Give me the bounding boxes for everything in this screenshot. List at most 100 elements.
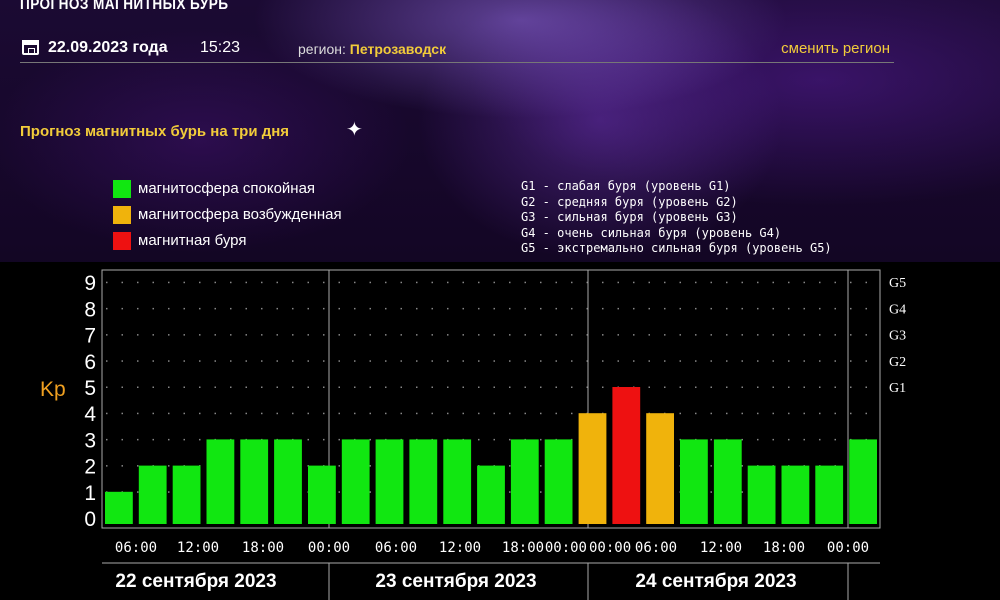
grid-dot (679, 334, 681, 336)
grid-dot (338, 281, 340, 284)
kp-bar (477, 465, 505, 524)
grid-dot (354, 412, 356, 415)
grid-dot (137, 360, 139, 362)
grid-dot (741, 491, 743, 493)
grid-dot (741, 438, 743, 441)
grid-dot (617, 360, 619, 362)
grid-dot (509, 307, 511, 310)
grid-dot (850, 334, 852, 336)
grid-dot (679, 412, 681, 415)
grid-dot (617, 334, 619, 336)
grid-dot (540, 360, 542, 362)
grid-dot (447, 360, 449, 362)
grid-dot (230, 360, 232, 362)
grid-dot (199, 307, 201, 310)
grid-dot (447, 334, 449, 336)
grid-dot (726, 386, 728, 388)
grid-dot (323, 360, 325, 362)
grid-dot (509, 438, 511, 441)
grid-dot (741, 334, 743, 336)
grid-dot (323, 412, 325, 415)
grid-dot (416, 360, 418, 362)
g-tick-label: G4 (889, 302, 906, 317)
grid-dot (819, 307, 821, 310)
grid-dot (307, 307, 309, 310)
grid-dot (478, 360, 480, 362)
grid-dot (137, 412, 139, 415)
grid-dot (121, 307, 123, 310)
grid-dot (741, 412, 743, 415)
grid-dot (834, 412, 836, 415)
grid-dot (648, 307, 650, 310)
grid-dot (679, 281, 681, 284)
grid-dot (509, 386, 511, 388)
grid-dot (354, 360, 356, 362)
grid-dot (509, 281, 511, 284)
kp-forecast-chart: 0123456789Kp G1G2G3G4G506:00 12:00 18:00 00:… (0, 262, 1000, 600)
grid-dot (803, 360, 805, 362)
grid-dot (292, 386, 294, 388)
grid-dot (741, 360, 743, 362)
grid-dot (803, 334, 805, 336)
grid-dot (602, 307, 604, 310)
grid-dot (850, 307, 852, 310)
grid-dot (276, 412, 278, 415)
grid-dot (571, 307, 573, 310)
grid-dot (772, 412, 774, 415)
grid-dot (152, 412, 154, 415)
day-label: 24 сентября 2023 (635, 571, 796, 592)
kp-bar (375, 439, 404, 524)
grid-dot (400, 412, 402, 415)
grid-dot (431, 360, 433, 362)
grid-dot (695, 386, 697, 388)
grid-dot (571, 334, 573, 336)
grid-dot (292, 307, 294, 310)
grid-dot (106, 412, 108, 415)
grid-dot (462, 307, 464, 310)
grid-dot (168, 465, 170, 467)
grid-dot (741, 307, 743, 310)
grid-dot (416, 386, 418, 388)
grid-dot (400, 334, 402, 336)
grid-dot (385, 412, 387, 415)
time-tick-label: 06:00 (115, 540, 157, 556)
grid-dot (137, 438, 139, 441)
grid-dot (540, 386, 542, 388)
grid-dot (602, 386, 604, 388)
grid-dot (664, 386, 666, 388)
kp-bar (341, 439, 370, 524)
grid-dot (571, 360, 573, 362)
grid-dot (137, 334, 139, 336)
grid-dot (757, 412, 759, 415)
kp-bar (308, 465, 336, 524)
grid-dot (431, 334, 433, 336)
grid-dot (400, 386, 402, 388)
time-tick-label: 18:00 (242, 540, 284, 556)
grid-dot (571, 281, 573, 284)
kp-bar (240, 439, 269, 524)
time-tick-label: 00:00 (827, 540, 869, 556)
grid-dot (369, 465, 371, 467)
grid-dot (137, 307, 139, 310)
grid-dot (478, 281, 480, 284)
grid-dot (106, 386, 108, 388)
grid-dot (416, 412, 418, 415)
grid-dot (865, 334, 867, 336)
grid-dot (819, 334, 821, 336)
grid-dot (726, 412, 728, 415)
kp-bar (713, 439, 742, 524)
grid-dot (137, 281, 139, 284)
grid-dot (369, 334, 371, 336)
kp-bar (510, 439, 539, 524)
grid-dot (788, 438, 790, 441)
grid-dot (447, 386, 449, 388)
grid-dot (276, 360, 278, 362)
grid-dot (540, 334, 542, 336)
time-tick-label: 12:00 (700, 540, 742, 556)
grid-dot (199, 438, 201, 441)
grid-dot (850, 360, 852, 362)
grid-dot (865, 281, 867, 284)
grid-dot (183, 334, 185, 336)
grid-dot (834, 307, 836, 310)
grid-dot (850, 281, 852, 284)
